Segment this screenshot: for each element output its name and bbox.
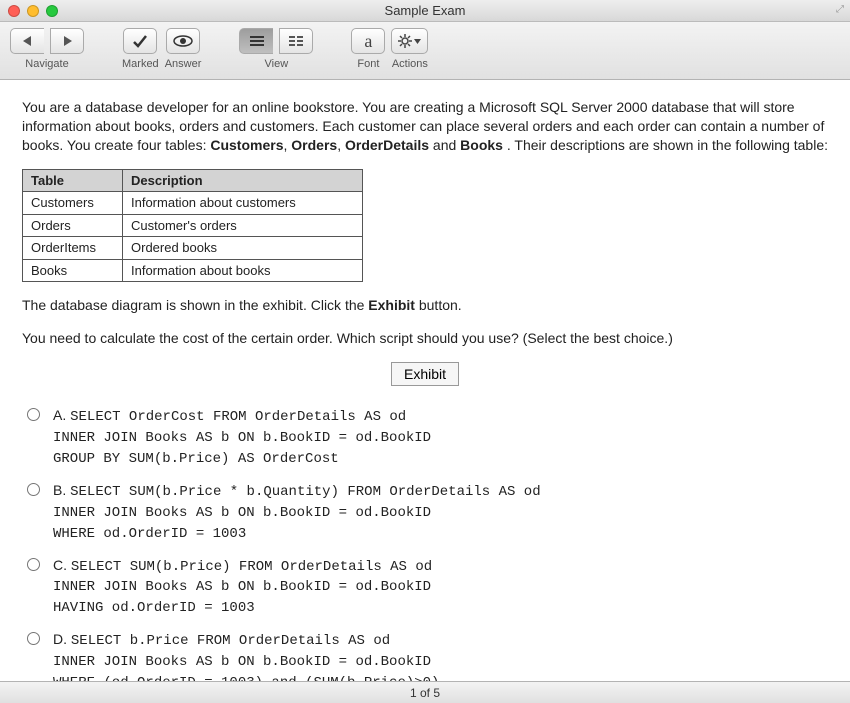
- radio-d[interactable]: [27, 632, 40, 645]
- split-view-icon: [289, 35, 303, 47]
- th-description: Description: [123, 169, 363, 192]
- option-code: SELECT OrderCost FROM OrderDetails AS od…: [53, 409, 431, 467]
- fullscreen-icon[interactable]: ⤢: [836, 4, 844, 15]
- th-table: Table: [23, 169, 123, 192]
- view-group: View: [239, 28, 313, 70]
- question-content: You are a database developer for an onli…: [0, 80, 850, 681]
- option-code: SELECT SUM(b.Price) FROM OrderDetails AS…: [53, 559, 432, 617]
- cell-desc: Information about books: [123, 259, 363, 282]
- view-label: View: [265, 58, 289, 70]
- option-letter: B.: [53, 482, 66, 498]
- option-d[interactable]: D. SELECT b.Price FROM OrderDetails AS o…: [22, 630, 828, 681]
- option-letter: A.: [53, 407, 66, 423]
- table-row: BooksInformation about books: [23, 259, 363, 282]
- cell-name: Orders: [23, 214, 123, 237]
- radio-b[interactable]: [27, 483, 40, 496]
- font-a-icon: a: [364, 31, 372, 52]
- diagram-bold: Exhibit: [368, 297, 415, 313]
- bold-orders: Orders: [291, 137, 337, 153]
- intro-post: . Their descriptions are shown in the fo…: [507, 137, 828, 153]
- window-title: Sample Exam: [0, 3, 850, 18]
- gear-icon: [398, 34, 421, 48]
- cell-desc: Customer's orders: [123, 214, 363, 237]
- checkmark-icon: [132, 34, 148, 48]
- table-row: CustomersInformation about customers: [23, 192, 363, 215]
- option-code: SELECT SUM(b.Price * b.Quantity) FROM Or…: [53, 484, 541, 542]
- cell-desc: Information about customers: [123, 192, 363, 215]
- font-label: Font: [357, 58, 379, 70]
- eye-icon: [173, 35, 193, 47]
- bold-books: Books: [460, 137, 503, 153]
- diagram-post: button.: [419, 297, 462, 313]
- page-indicator: 1 of 5: [410, 686, 440, 700]
- diagram-line: The database diagram is shown in the exh…: [22, 296, 828, 315]
- navigate-group: Navigate: [10, 28, 84, 70]
- nav-forward-button[interactable]: [50, 28, 84, 54]
- cell-name: OrderItems: [23, 237, 123, 260]
- navigate-label: Navigate: [25, 58, 68, 70]
- actions-label: Actions: [392, 58, 428, 70]
- chevron-down-icon: [414, 39, 421, 44]
- option-c[interactable]: C. SELECT SUM(b.Price) FROM OrderDetails…: [22, 556, 828, 619]
- tables-description: Table Description CustomersInformation a…: [22, 169, 363, 283]
- font-button[interactable]: a: [351, 28, 385, 54]
- marked-button[interactable]: [123, 28, 157, 54]
- option-b[interactable]: B. SELECT SUM(b.Price * b.Quantity) FROM…: [22, 481, 828, 544]
- exhibit-button[interactable]: Exhibit: [391, 362, 459, 386]
- font-actions-group: a Font Ac: [351, 28, 428, 70]
- answer-button[interactable]: [166, 28, 200, 54]
- radio-c[interactable]: [27, 558, 40, 571]
- triangle-left-icon: [23, 36, 33, 46]
- single-view-icon: [250, 35, 264, 47]
- answer-options: A. SELECT OrderCost FROM OrderDetails AS…: [22, 406, 828, 681]
- view-split-button[interactable]: [279, 28, 313, 54]
- option-letter: D.: [53, 631, 67, 647]
- table-row: OrderItemsOrdered books: [23, 237, 363, 260]
- cell-name: Customers: [23, 192, 123, 215]
- marked-label: Marked: [122, 58, 159, 70]
- status-bar: 1 of 5: [0, 681, 850, 703]
- titlebar: Sample Exam ⤢: [0, 0, 850, 22]
- radio-a[interactable]: [27, 408, 40, 421]
- triangle-right-icon: [62, 36, 72, 46]
- answer-label: Answer: [165, 58, 202, 70]
- view-single-button[interactable]: [239, 28, 273, 54]
- toolbar: Navigate Marked Answer: [0, 22, 850, 80]
- cell-name: Books: [23, 259, 123, 282]
- question-intro: You are a database developer for an onli…: [22, 98, 828, 155]
- actions-button[interactable]: [391, 28, 428, 54]
- cell-desc: Ordered books: [123, 237, 363, 260]
- option-code: SELECT b.Price FROM OrderDetails AS od I…: [53, 633, 439, 681]
- need-line: You need to calculate the cost of the ce…: [22, 329, 828, 348]
- table-row: OrdersCustomer's orders: [23, 214, 363, 237]
- nav-back-button[interactable]: [10, 28, 44, 54]
- diagram-pre: The database diagram is shown in the exh…: [22, 297, 368, 313]
- marked-answer-group: Marked Answer: [122, 28, 201, 70]
- bold-customers: Customers: [210, 137, 283, 153]
- option-a[interactable]: A. SELECT OrderCost FROM OrderDetails AS…: [22, 406, 828, 469]
- bold-orderdetails: OrderDetails: [345, 137, 429, 153]
- option-letter: C.: [53, 557, 67, 573]
